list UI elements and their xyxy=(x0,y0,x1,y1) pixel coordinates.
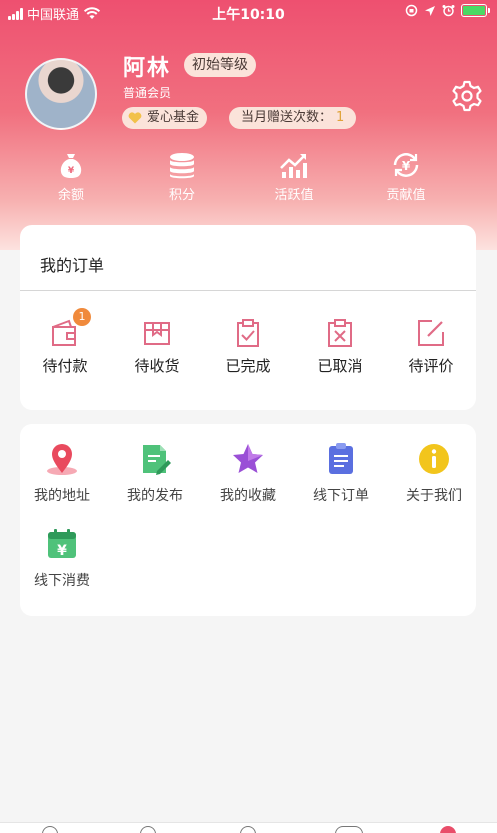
pending-payment-count-badge: 1 xyxy=(73,308,91,326)
order-label: 已取消 xyxy=(317,357,363,375)
bottom-tab-bar xyxy=(0,822,497,833)
yen-calendar-icon: ¥ xyxy=(48,529,76,559)
money-bag-icon: ¥ xyxy=(60,154,82,178)
charity-fund-label: 爱心基金 xyxy=(147,110,200,125)
monthly-gift-label: 当月赠送次数： xyxy=(241,110,333,125)
stat-balance[interactable]: ¥ 余额 xyxy=(26,150,116,203)
service-label: 我的地址 xyxy=(34,488,90,504)
service-offline-spending[interactable]: ¥ 线下消费 xyxy=(20,527,104,590)
edit-review-icon xyxy=(418,320,444,346)
star-icon xyxy=(233,444,263,473)
monthly-gift-badge[interactable]: 当月赠送次数： 1 xyxy=(229,107,357,129)
service-my-favorites[interactable]: 我的收藏 xyxy=(206,442,290,505)
divider xyxy=(20,290,476,291)
clipboard-list-icon xyxy=(329,443,353,474)
yen-refresh-icon: ¥ xyxy=(393,153,419,177)
home-tab-icon[interactable] xyxy=(42,826,58,833)
cart-tab-icon[interactable] xyxy=(335,826,363,833)
orders-title[interactable]: 我的订单 xyxy=(40,252,104,276)
level-badge[interactable]: 初始等级 xyxy=(184,53,256,77)
stat-label: 余额 xyxy=(57,188,84,203)
clipboard-check-icon xyxy=(237,319,259,347)
stat-label: 贡献值 xyxy=(386,188,426,203)
order-label: 已完成 xyxy=(225,357,271,375)
profile-tab-icon[interactable] xyxy=(440,826,456,833)
map-pin-icon xyxy=(47,444,77,475)
service-label: 我的发布 xyxy=(127,488,183,504)
battery-icon xyxy=(461,4,490,17)
rotation-lock-icon xyxy=(405,4,418,17)
clipboard-cancel-icon xyxy=(328,319,352,347)
order-label: 待付款 xyxy=(42,357,88,375)
order-pending-payment[interactable]: 1 待付款 xyxy=(25,308,105,376)
order-label: 待收货 xyxy=(134,357,180,375)
stat-label: 活跃值 xyxy=(274,188,314,203)
monthly-gift-count: 1 xyxy=(336,110,345,125)
services-card: 我的地址 我的发布 我的收藏 线下订单 关于我们 ¥ 线下消费 xyxy=(20,424,476,616)
heart-icon xyxy=(128,112,142,124)
service-label: 线下订单 xyxy=(313,488,369,504)
package-box-icon xyxy=(144,322,170,345)
discover-tab-icon[interactable] xyxy=(240,826,256,833)
stats-row: ¥ 余额 积分 活跃值 ¥ 贡献值 xyxy=(0,150,497,210)
service-label: 线下消费 xyxy=(34,573,90,589)
document-edit-icon xyxy=(143,445,171,475)
svg-text:¥: ¥ xyxy=(402,159,411,173)
order-pending-receipt[interactable]: 待收货 xyxy=(117,317,197,376)
category-tab-icon[interactable] xyxy=(140,826,156,833)
order-cancelled[interactable]: 已取消 xyxy=(300,317,380,376)
user-name: 阿林 xyxy=(123,56,172,81)
order-label: 待评价 xyxy=(408,357,454,375)
order-completed[interactable]: 已完成 xyxy=(208,317,288,376)
svg-text:¥: ¥ xyxy=(68,166,75,176)
svg-text:¥: ¥ xyxy=(57,543,67,559)
settings-gear-icon[interactable] xyxy=(450,79,484,113)
status-bar: 中国联通 上午10:10 xyxy=(0,0,497,26)
my-orders-card: 我的订单 1 待付款 待收货 已完成 已取消 待评价 xyxy=(20,225,476,410)
member-type: 普通会员 xyxy=(123,86,172,100)
service-offline-orders[interactable]: 线下订单 xyxy=(299,442,383,505)
location-icon xyxy=(425,5,435,16)
service-my-posts[interactable]: 我的发布 xyxy=(113,442,197,505)
alarm-icon xyxy=(442,5,455,17)
service-label: 我的收藏 xyxy=(220,488,276,504)
status-right xyxy=(405,4,490,17)
stat-label: 积分 xyxy=(168,188,195,203)
order-pending-review[interactable]: 待评价 xyxy=(391,317,471,376)
info-icon xyxy=(419,444,449,474)
stat-activity[interactable]: 活跃值 xyxy=(249,150,339,203)
service-my-address[interactable]: 我的地址 xyxy=(20,442,104,505)
stat-contribution[interactable]: ¥ 贡献值 xyxy=(361,150,451,203)
avatar[interactable] xyxy=(25,58,97,130)
charity-fund-badge[interactable]: 爱心基金 xyxy=(122,107,208,129)
stat-points[interactable]: 积分 xyxy=(137,150,227,203)
trend-chart-icon xyxy=(280,154,307,178)
service-about-us[interactable]: 关于我们 xyxy=(392,442,476,505)
service-label: 关于我们 xyxy=(406,488,462,504)
coins-stack-icon xyxy=(170,153,194,179)
